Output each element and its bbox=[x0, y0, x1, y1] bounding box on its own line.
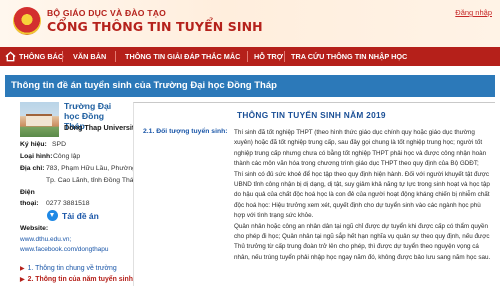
section-body: Thí sinh đã tốt nghiệp THPT (theo hình t… bbox=[234, 128, 492, 263]
info-code: Ký hiệu: SPD bbox=[20, 141, 66, 148]
body-line: do hậu quả của chất độc hoá học là con đ… bbox=[234, 191, 490, 199]
code-label: Ký hiệu: bbox=[20, 141, 47, 148]
phone-label-1: Điện bbox=[20, 189, 35, 196]
info-website: Website: bbox=[20, 225, 48, 232]
type-value: Công lập bbox=[53, 153, 81, 160]
info-phone: thoại: 0277 3881518 bbox=[20, 200, 89, 207]
info-type: Loại hình: Công lập bbox=[20, 153, 80, 160]
phone-label-2: thoại: bbox=[20, 200, 39, 207]
ministry-name: BỘ GIÁO DỤC VÀ ĐÀO TẠO bbox=[47, 8, 166, 18]
content-title: THÔNG TIN TUYỂN SINH NĂM 2019 bbox=[237, 110, 386, 120]
nav-item-faq[interactable]: THÔNG TIN GIẢI ĐÁP THẮC MẮC bbox=[125, 47, 240, 66]
nav-divider bbox=[115, 51, 116, 62]
phone-value: 0277 3881518 bbox=[46, 200, 90, 207]
arrow-icon: ▶ bbox=[20, 266, 25, 272]
nav-divider bbox=[247, 51, 248, 62]
site-header: BỘ GIÁO DỤC VÀ ĐÀO TẠO CỔNG THÔNG TIN TU… bbox=[0, 0, 500, 47]
download-proposal-button[interactable]: Tải đề án bbox=[62, 211, 99, 221]
type-label: Loại hình: bbox=[20, 153, 53, 160]
body-line: Thí sinh có đủ sức khoẻ để học tập theo … bbox=[234, 170, 490, 178]
arrow-icon: ▶ bbox=[20, 277, 25, 283]
address-line-1: 783, Phạm Hữu Lầu, Phường 6 bbox=[46, 165, 142, 172]
info-address: Địa chỉ: 783, Phạm Hữu Lầu, Phường 6 bbox=[20, 165, 142, 172]
download-icon[interactable] bbox=[47, 210, 58, 221]
national-emblem-logo[interactable] bbox=[13, 7, 41, 35]
facebook-link[interactable]: www.facebook.com/dongthapu bbox=[20, 246, 109, 253]
login-link[interactable]: Đăng nhập bbox=[455, 8, 492, 17]
page: BỘ GIÁO DỤC VÀ ĐÀO TẠO CỔNG THÔNG TIN TU… bbox=[0, 0, 500, 286]
body-line: Thí sinh đã tốt nghiệp THPT (theo hình t… bbox=[234, 129, 475, 136]
portal-title[interactable]: CỔNG THÔNG TIN TUYỂN SINH bbox=[47, 19, 263, 34]
nav-item-announcements[interactable]: THÔNG BÁO bbox=[19, 47, 64, 66]
website-label: Website: bbox=[20, 225, 49, 232]
nav-item-documents[interactable]: VĂN BẢN bbox=[73, 47, 106, 66]
side-link-admission-info[interactable]: ▶ 2. Thông tin của năm tuyển sinh bbox=[20, 276, 133, 283]
university-name-en: Dong Thap University bbox=[64, 123, 139, 132]
body-line: UBND tỉnh công nhận bị dị dạng, dị tật, … bbox=[234, 181, 490, 189]
campus-photo bbox=[20, 102, 59, 137]
main-nav: THÔNG BÁO VĂN BẢN THÔNG TIN GIẢI ĐÁP THẮ… bbox=[0, 47, 500, 66]
side-link-general-info[interactable]: ▶ 1. Thông tin chung về trường bbox=[20, 265, 117, 272]
body-line: thành các môn văn hóa trong chương trình… bbox=[234, 160, 479, 168]
nav-divider bbox=[62, 51, 63, 62]
page-banner: Thông tin đề án tuyển sinh của Trường Đạ… bbox=[5, 75, 495, 97]
body-line: hợp với tình trạng sức khỏe. bbox=[234, 212, 314, 220]
nav-divider bbox=[284, 51, 285, 62]
website-link[interactable]: www.dthu.edu.vn; bbox=[20, 236, 71, 243]
body-line: cho phép đi học; Quân nhân tại ngũ sắp h… bbox=[234, 233, 490, 241]
side-link-label: 2. Thông tin của năm tuyển sinh bbox=[27, 276, 133, 283]
nav-item-support[interactable]: HỖ TRỢ bbox=[254, 47, 283, 66]
body-line: nghiệp trung cấp nhưng chưa có bằng tốt … bbox=[234, 149, 487, 157]
code-value: SPD bbox=[52, 141, 66, 148]
section-label: 2.1. Đối tượng tuyển sinh: bbox=[143, 128, 228, 135]
body-line: Thủ trưởng từ cấp trung đoàn trở lên cho… bbox=[234, 243, 479, 251]
nav-item-enrollment-lookup[interactable]: TRA CỨU THÔNG TIN NHẬP HỌC bbox=[291, 47, 407, 66]
address-line-2: Tp. Cao Lãnh, tỉnh Đồng Tháp bbox=[46, 177, 138, 184]
body-line: xuyên) hoặc đã tốt nghiệp trung cấp, sau… bbox=[234, 139, 483, 147]
info-phone-label: Điện bbox=[20, 189, 35, 196]
body-line: độc hoá học: Hiệu trưởng xem xét, quyết … bbox=[234, 201, 481, 209]
home-icon[interactable] bbox=[5, 51, 16, 62]
address-label: Địa chỉ: bbox=[20, 165, 45, 172]
body-line: Quân nhân hoặc công an nhân dân tại ngũ … bbox=[234, 222, 489, 230]
body-line: nhân, nếu trúng tuyển phải nhập học ngay… bbox=[234, 253, 491, 261]
side-link-label: 1. Thông tin chung về trường bbox=[27, 265, 117, 272]
